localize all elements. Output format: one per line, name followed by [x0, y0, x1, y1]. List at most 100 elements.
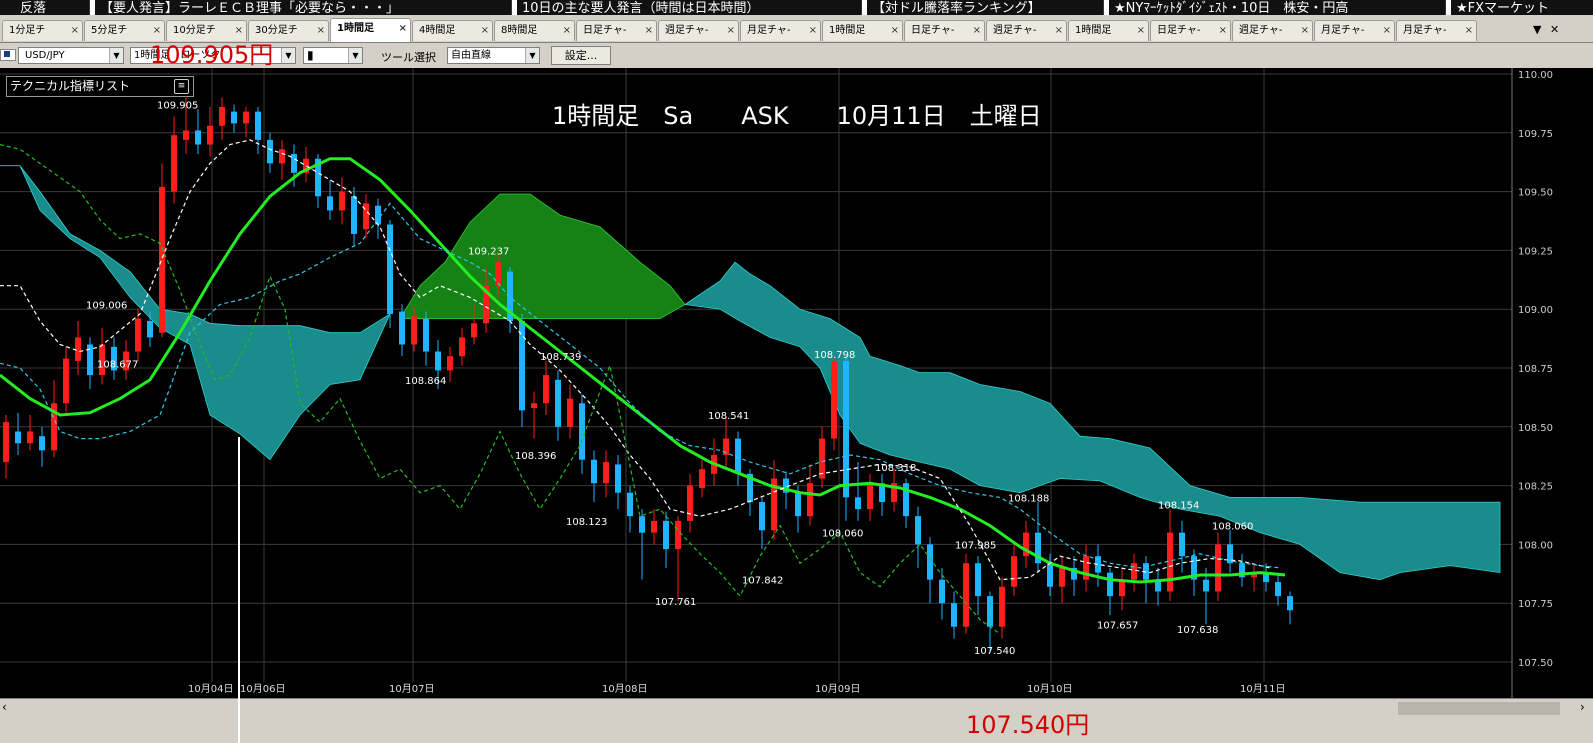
x-axis-tick-label: 10月10日 — [1027, 683, 1072, 695]
news-item[interactable]: ▌★NYﾏｰｹｯﾄﾀﾞｲｼﾞｪｽﾄ・10日 株安・円高 — [1104, 0, 1348, 15]
news-item[interactable]: ▌【対ドル騰落率ランキング】 — [862, 0, 1041, 15]
candle-body — [159, 186, 165, 333]
candle-body — [495, 262, 501, 286]
close-tab-icon[interactable]: × — [809, 21, 817, 41]
candle-body — [435, 351, 441, 371]
tab-label: 週足チャ- — [1239, 25, 1283, 36]
candle-body — [3, 422, 9, 463]
close-all-tabs-icon[interactable]: ✕ — [1550, 23, 1559, 36]
tab-chart[interactable]: 4時間足 × — [412, 20, 493, 41]
candle-body — [1083, 556, 1089, 580]
close-tab-icon[interactable]: × — [399, 19, 407, 39]
chart-title: 1時間足 Sa ASK 10月11日 土曜日 — [552, 102, 1042, 130]
tab-label: 1分足チ — [9, 25, 46, 36]
news-ticker[interactable]: 反落 ▌【要人発言】ラーレＥＣＢ理事「必要なら・・・」 ▌10日の主な要人発言（… — [0, 0, 1593, 15]
tab-label: 1時間足 — [1075, 25, 1112, 36]
news-item[interactable]: ▌【要人発言】ラーレＥＣＢ理事「必要なら・・・」 — [90, 0, 399, 15]
scroll-left-icon[interactable]: ‹ — [2, 700, 7, 714]
tab-label: 週足チャ- — [665, 25, 709, 36]
candle-body — [351, 196, 357, 234]
tab-chart[interactable]: 週足チャ- × — [658, 20, 739, 41]
tab-chart[interactable]: 日足チャ- × — [1150, 20, 1231, 41]
candle-body — [951, 603, 957, 627]
tab-list-dropdown-icon[interactable]: ▼ — [1533, 23, 1541, 36]
candle-body — [471, 323, 477, 338]
candle-body — [807, 483, 813, 517]
candle-body — [627, 492, 633, 517]
candle-body — [639, 516, 645, 533]
y-axis-tick-label: 109.00 — [1518, 305, 1553, 316]
tab-chart[interactable]: 1時間足 × — [1068, 20, 1149, 41]
y-axis-tick-label: 107.75 — [1518, 599, 1553, 610]
candle-body — [687, 485, 693, 521]
candle-body — [243, 111, 249, 124]
tab-chart[interactable]: 1分足チ × — [2, 20, 83, 41]
chevron-down-icon: ▼ — [525, 48, 539, 63]
close-tab-icon[interactable]: × — [1055, 21, 1063, 41]
x-axis-tick-label: 10月07日 — [389, 683, 434, 695]
us-flag-icon — [0, 49, 16, 61]
close-tab-icon[interactable]: × — [891, 21, 899, 41]
tab-chart[interactable]: 週足チャ- × — [986, 20, 1067, 41]
candle-body — [279, 149, 285, 164]
close-tab-icon[interactable]: × — [1383, 21, 1391, 41]
close-tab-icon[interactable]: × — [481, 21, 489, 41]
scrollbar-thumb[interactable] — [1398, 702, 1560, 715]
tab-chart[interactable]: 日足チャ- × — [904, 20, 985, 41]
close-tab-icon[interactable]: × — [1301, 21, 1309, 41]
close-tab-icon[interactable]: × — [727, 21, 735, 41]
settings-button[interactable]: 設定... — [551, 46, 611, 65]
close-tab-icon[interactable]: × — [973, 21, 981, 41]
tab-chart[interactable]: 1時間足 × — [822, 20, 903, 41]
price-label: 109.237 — [468, 246, 509, 257]
tab-chart[interactable]: 月足チャ- × — [1314, 20, 1395, 41]
close-tab-icon[interactable]: × — [1137, 21, 1145, 41]
close-tab-icon[interactable]: × — [1219, 21, 1227, 41]
candle-body — [1215, 544, 1221, 592]
candle-body — [1047, 563, 1053, 587]
news-item[interactable]: ▌10日の主な要人発言（時間は日本時間） — [512, 0, 760, 15]
candle-body — [195, 130, 201, 145]
tab-label: 月足チャ- — [1321, 25, 1365, 36]
price-label: 107.842 — [742, 576, 783, 587]
scroll-right-icon[interactable]: › — [1580, 700, 1585, 714]
candle-body — [543, 375, 549, 404]
price-label: 109.905 — [157, 101, 198, 112]
tab-chart[interactable]: 週足チャ- × — [1232, 20, 1313, 41]
close-tab-icon[interactable]: × — [645, 21, 653, 41]
close-tab-icon[interactable]: × — [71, 21, 79, 41]
news-item[interactable]: ▌★FXマーケット — [1446, 0, 1549, 15]
chevron-down-icon: ▼ — [109, 48, 123, 63]
candle-body — [75, 337, 81, 361]
tab-chart[interactable]: 月足チャ- × — [1396, 20, 1477, 41]
candle-body — [999, 586, 1005, 627]
candle-body — [567, 398, 573, 427]
candle-body — [831, 360, 837, 439]
candle-body — [855, 497, 861, 510]
tab-label: 日足チャ- — [1157, 25, 1201, 36]
tab-chart[interactable]: 月足チャ- × — [740, 20, 821, 41]
tab-chart[interactable]: 日足チャ- × — [576, 20, 657, 41]
price-label: 108.864 — [405, 376, 446, 387]
close-tab-icon[interactable]: × — [563, 21, 571, 41]
tab-chart[interactable]: 8時間足 × — [494, 20, 575, 41]
x-axis-tick-label: 10月08日 — [602, 683, 647, 695]
y-axis-tick-label: 107.50 — [1518, 658, 1553, 669]
candle-body — [843, 360, 849, 498]
drawing-tool-select[interactable]: 自由直線 ▼ — [447, 47, 540, 64]
news-item[interactable]: 反落 — [20, 0, 46, 15]
candle-body — [675, 520, 681, 550]
candle-body — [1203, 579, 1209, 592]
candle-body — [975, 563, 981, 597]
candle-body — [219, 106, 225, 126]
technical-indicator-list-button[interactable]: テクニカル指標リスト ≡ — [6, 76, 194, 97]
price-label: 109.006 — [86, 300, 127, 311]
candle-body — [63, 358, 69, 404]
candle-body — [447, 356, 453, 371]
tab-chart[interactable]: 1時間足 × — [330, 18, 411, 42]
list-icon: ≡ — [174, 79, 189, 94]
symbol-select[interactable]: USD/JPY ▼ — [18, 47, 124, 64]
close-tab-icon[interactable]: × — [1465, 21, 1473, 41]
candle-style-select[interactable]: ▮ ▼ — [303, 47, 363, 64]
close-tab-icon[interactable]: × — [317, 21, 325, 41]
